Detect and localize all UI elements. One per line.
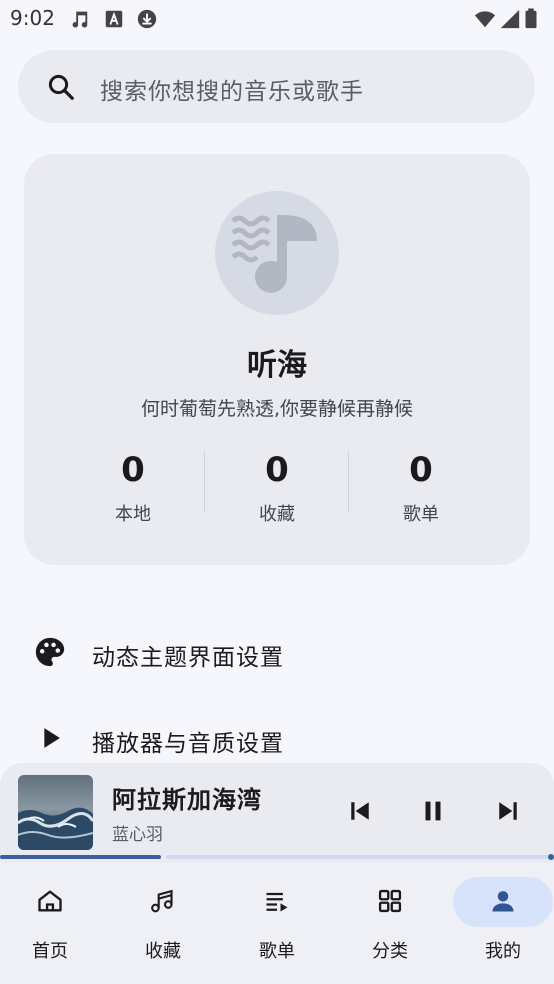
stat-label: 本地 xyxy=(115,504,151,525)
progress-end-dot xyxy=(548,854,554,860)
pause-icon[interactable] xyxy=(418,796,448,826)
stat-label: 歌单 xyxy=(403,504,439,525)
bottom-nav: 首页 收藏 歌单 分类 我的 xyxy=(0,863,554,984)
music-note-icon xyxy=(72,11,88,28)
profile-card: 听海 何时葡萄先熟透,你要静候再静候 0 本地 0 收藏 0 歌单 xyxy=(24,154,530,565)
setting-player[interactable]: 播放器与音质设置 xyxy=(0,708,554,768)
wifi-icon xyxy=(474,11,496,28)
signal-icon xyxy=(500,9,520,29)
nav-label: 分类 xyxy=(372,941,408,962)
stat-value: 0 xyxy=(121,450,145,490)
download-icon xyxy=(137,9,157,29)
stat-label: 收藏 xyxy=(259,504,295,525)
play-icon xyxy=(44,728,60,748)
status-bar: 9:02 xyxy=(0,0,554,38)
nav-item-mine[interactable]: 我的 xyxy=(453,877,553,973)
grid-icon xyxy=(378,889,402,913)
stat-favorites[interactable]: 0 收藏 xyxy=(205,450,349,526)
home-icon xyxy=(38,890,62,912)
progress-track[interactable] xyxy=(166,855,550,859)
song-artist: 蓝心羽 xyxy=(112,825,163,845)
setting-theme[interactable]: 动态主题界面设置 xyxy=(0,622,554,682)
stat-local[interactable]: 0 本地 xyxy=(61,450,205,526)
skip-next-icon[interactable] xyxy=(493,796,523,826)
nav-item-categories[interactable]: 分类 xyxy=(340,877,440,973)
person-icon xyxy=(492,891,514,912)
song-title: 阿拉斯加海湾 xyxy=(112,786,262,814)
status-time: 9:02 xyxy=(10,6,55,30)
nav-label: 我的 xyxy=(485,941,521,962)
music-note-waves-icon xyxy=(231,215,317,293)
nav-label: 收藏 xyxy=(145,941,181,962)
text-a-icon xyxy=(105,10,123,28)
search-bar[interactable]: 搜索你想搜的音乐或歌手 xyxy=(18,50,535,123)
music-notes-icon xyxy=(151,889,173,913)
setting-label: 动态主题界面设置 xyxy=(92,645,284,671)
playlist-icon xyxy=(266,892,288,912)
skip-previous-icon[interactable] xyxy=(345,796,375,826)
nav-item-playlists[interactable]: 歌单 xyxy=(227,877,327,973)
album-cover[interactable] xyxy=(18,775,93,850)
stat-value: 0 xyxy=(265,450,289,490)
avatar[interactable] xyxy=(215,191,339,315)
setting-label: 播放器与音质设置 xyxy=(92,731,284,757)
search-icon[interactable] xyxy=(46,72,76,102)
nav-item-home[interactable]: 首页 xyxy=(0,877,100,973)
mini-player[interactable]: 阿拉斯加海湾 蓝心羽 xyxy=(0,763,554,863)
progress-fill xyxy=(0,855,161,859)
nav-item-favorites[interactable]: 收藏 xyxy=(113,877,213,973)
stat-playlists[interactable]: 0 歌单 xyxy=(349,450,493,526)
profile-signature: 何时葡萄先熟透,你要静候再静候 xyxy=(140,398,414,420)
nav-label: 首页 xyxy=(32,941,68,962)
nav-label: 歌单 xyxy=(259,941,295,962)
search-input[interactable]: 搜索你想搜的音乐或歌手 xyxy=(100,72,364,106)
profile-name: 听海 xyxy=(247,348,307,383)
stat-value: 0 xyxy=(409,450,433,490)
battery-icon xyxy=(525,8,537,29)
palette-icon xyxy=(35,637,65,667)
